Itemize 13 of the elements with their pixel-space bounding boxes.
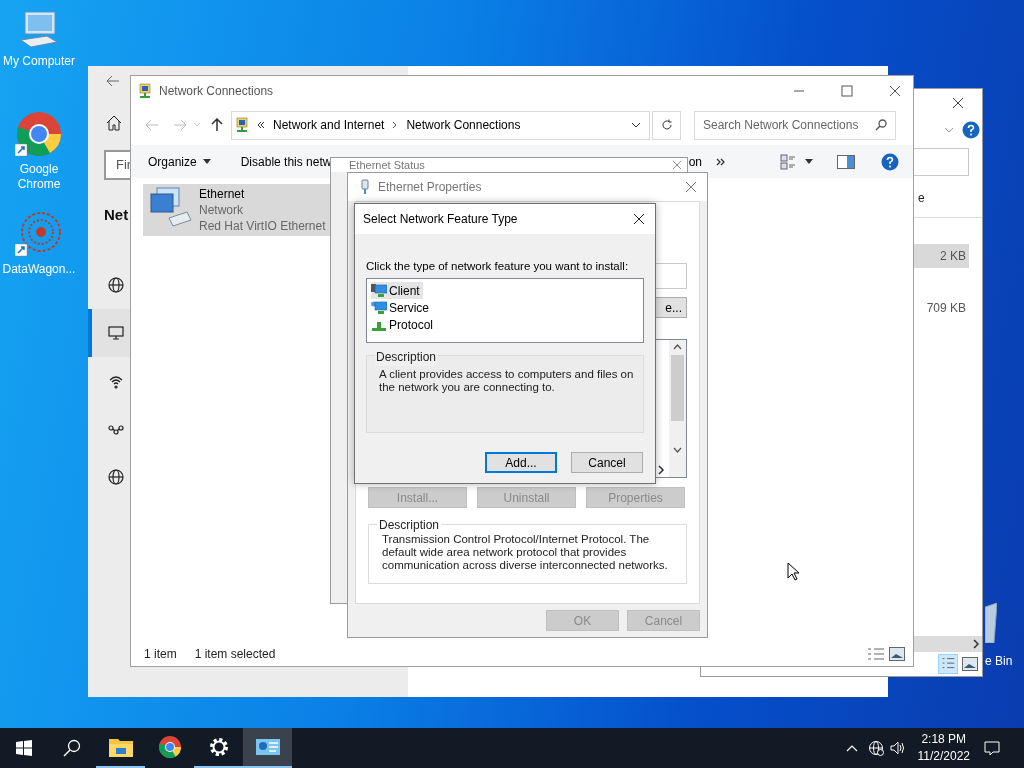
description-text: Transmission Control Protocol/Internet Protocol. The default wide area network protocol that provides communication across diverse interconnected networks. <box>382 533 669 572</box>
connection-network: Network <box>199 202 244 218</box>
window-title: Network Connections <box>159 82 274 100</box>
dialog-title: Ethernet Properties <box>378 179 482 196</box>
status-text: 1 item <box>144 646 177 663</box>
description-text: A client provides access to computers and files on the network you are connecting to. <box>379 368 635 395</box>
status-text: 1 item selected <box>194 646 276 663</box>
connection-name: Ethernet <box>199 186 246 202</box>
section-heading: Net <box>104 205 129 225</box>
prompt-text: Click the type of network feature you want to install: <box>366 259 630 274</box>
dialog-title: Select Network Feature Type <box>363 211 518 228</box>
connection-adapter: Red Hat VirtIO Ethernet <box>199 218 326 234</box>
dialog-title: Ethernet Status <box>349 158 425 172</box>
